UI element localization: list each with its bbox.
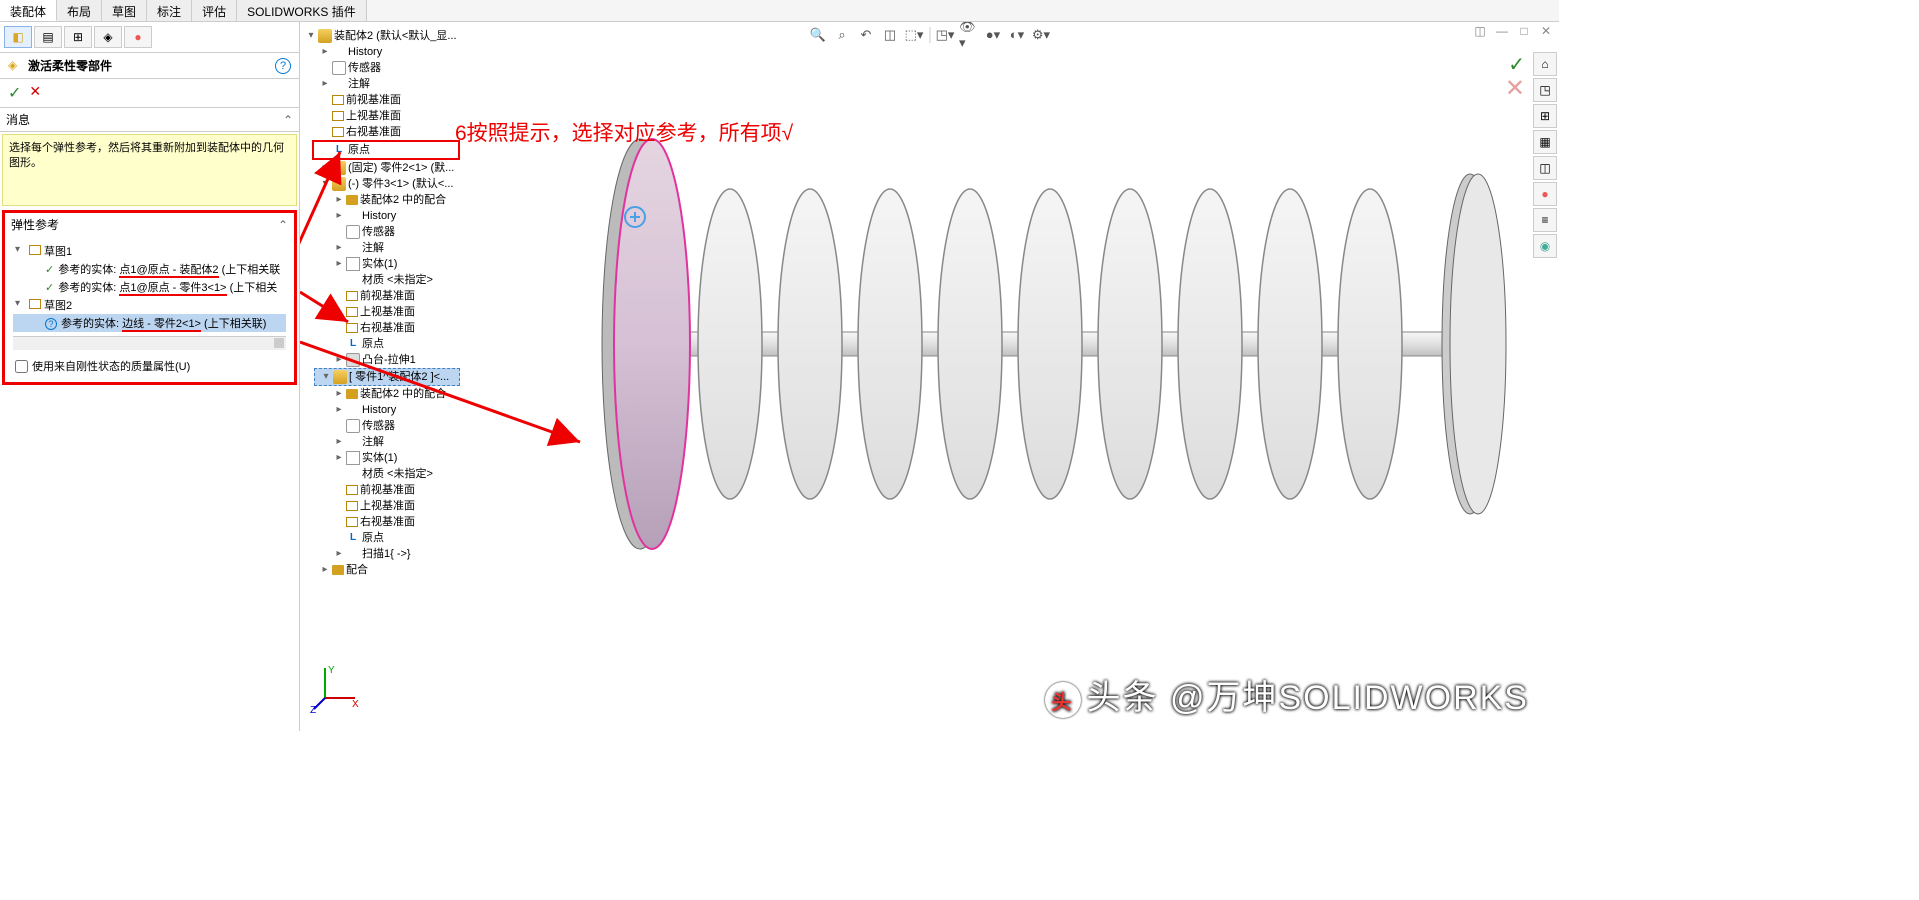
window-maximize-icon[interactable]: □ — [1515, 24, 1533, 40]
property-header: ◈ 激活柔性零部件 ? — [0, 53, 299, 79]
list-icon: ▤ — [42, 30, 53, 44]
tab-layout[interactable]: 布局 — [57, 0, 102, 21]
tab-assembly[interactable]: 装配体 — [0, 0, 57, 21]
msg-section-header[interactable]: 消息 ⌃ — [0, 107, 299, 132]
command-tabs: 装配体 布局 草图 标注 评估 SOLIDWORKS 插件 — [0, 0, 1559, 22]
taskpane-library-icon[interactable]: ⊞ — [1533, 104, 1557, 128]
appearance-icon[interactable]: ●▾ — [982, 24, 1004, 46]
svg-text:X: X — [352, 699, 359, 710]
collapse-icon[interactable]: ⌃ — [283, 113, 293, 127]
taskpane-property-icon[interactable]: ≡ — [1533, 208, 1557, 232]
mass-props-checkbox[interactable] — [15, 360, 28, 373]
flex-icon: ◈ — [8, 58, 24, 74]
help-icon[interactable]: ? — [275, 58, 291, 74]
expander-icon[interactable]: ▾ — [15, 244, 20, 255]
ref-item-1[interactable]: ✓参考的实体: 点1@原点 - 装配体2 (上下相关联 — [13, 260, 286, 278]
section-icon[interactable]: ◫ — [879, 24, 901, 46]
window-close-icon[interactable]: ✕ — [1537, 24, 1555, 40]
tab-addins[interactable]: SOLIDWORKS 插件 — [237, 0, 367, 21]
taskpane-palette-icon[interactable]: ◫ — [1533, 156, 1557, 180]
view-orient-icon[interactable]: ⬚▾ — [903, 24, 925, 46]
ref-section-header[interactable]: 弹性参考 ⌃ — [5, 213, 294, 236]
panel-tab-config[interactable]: ⊞ — [64, 26, 92, 48]
window-minimize-icon[interactable]: — — [1493, 24, 1511, 40]
svg-text:Z: Z — [310, 705, 316, 713]
horizontal-scrollbar[interactable] — [13, 336, 286, 350]
tab-evaluate[interactable]: 评估 — [192, 0, 237, 21]
orientation-triad[interactable]: Y X Z — [310, 663, 360, 713]
panel-tab-appearance[interactable]: ● — [124, 26, 152, 48]
taskpane-forum-icon[interactable]: ◉ — [1533, 234, 1557, 258]
cancel-button[interactable]: ✕ — [29, 83, 41, 103]
panel-tab-strip: ◧ ▤ ⊞ ◈ ● — [0, 22, 299, 53]
msg-header-label: 消息 — [6, 111, 30, 128]
tab-annotate[interactable]: 标注 — [147, 0, 192, 21]
zoom-area-icon[interactable]: ⌕ — [831, 24, 853, 46]
prev-view-icon[interactable]: ↶ — [855, 24, 877, 46]
zoom-fit-icon[interactable]: 🔍 — [807, 24, 829, 46]
ref-item-2[interactable]: ✓参考的实体: 点1@原点 - 零件3<1> (上下相关 — [13, 278, 286, 296]
ref-header-label: 弹性参考 — [11, 216, 59, 233]
panel-tab-property[interactable]: ▤ — [34, 26, 62, 48]
window-controls: ◫ — □ ✕ — [1471, 24, 1555, 40]
sketch-icon — [29, 299, 41, 309]
tutorial-annotation: 6按照提示，选择对应参考，所有项√ — [455, 117, 793, 147]
check-icon: ✓ — [45, 281, 54, 294]
window-split-icon[interactable]: ◫ — [1471, 24, 1489, 40]
collapse-icon[interactable]: ⌃ — [278, 218, 288, 232]
scene-icon[interactable]: ◐▾ — [1006, 24, 1028, 46]
rebuild-warn-icon: ✕ — [1505, 74, 1525, 103]
ref-sketch1[interactable]: ▾草图1 — [13, 242, 286, 260]
checkbox-label: 使用来自刚性状态的质量属性(U) — [32, 358, 190, 374]
svg-text:Y: Y — [328, 665, 335, 676]
panel-tab-feature[interactable]: ◧ — [4, 26, 32, 48]
heads-up-toolbar: 🔍 ⌕ ↶ ◫ ⬚▾ ◳▾ 👁▾ ●▾ ◐▾ ⚙▾ — [807, 24, 1052, 46]
property-title: 激活柔性零部件 — [28, 57, 112, 74]
taskpane-appearance-icon[interactable]: ● — [1533, 182, 1557, 206]
taskpane-explorer-icon[interactable]: ▦ — [1533, 130, 1557, 154]
question-icon: ? — [45, 318, 57, 330]
taskpane-resources-icon[interactable]: ◳ — [1533, 78, 1557, 102]
watermark-logo-icon — [1045, 682, 1081, 718]
watermark: 头条 @万坤SOLIDWORKS — [1045, 670, 1529, 719]
check-icon: ✓ — [45, 263, 54, 276]
ok-cancel-row: ✓ ✕ — [0, 79, 299, 107]
mass-props-checkbox-row[interactable]: 使用来自刚性状态的质量属性(U) — [9, 354, 290, 378]
msg-box: 选择每个弹性参考，然后将其重新附加到装配体中的几何图形。 — [2, 134, 297, 206]
config-icon: ⊞ — [73, 30, 83, 44]
elastic-refs-section: 弹性参考 ⌃ ▾草图1 ✓参考的实体: 点1@原点 - 装配体2 (上下相关联 … — [2, 210, 297, 385]
ref-sketch2[interactable]: ▾草图2 — [13, 296, 286, 314]
hide-show-icon[interactable]: 👁▾ — [958, 24, 980, 46]
taskpane-home-icon[interactable]: ⌂ — [1533, 52, 1557, 76]
ok-button[interactable]: ✓ — [8, 83, 21, 103]
property-manager: ◧ ▤ ⊞ ◈ ● ◈ 激活柔性零部件 ? ✓ ✕ 消息 ⌃ 选择每个弹性参考，… — [0, 22, 300, 731]
main-area: ◧ ▤ ⊞ ◈ ● ◈ 激活柔性零部件 ? ✓ ✕ 消息 ⌃ 选择每个弹性参考，… — [0, 22, 1559, 731]
tab-sketch[interactable]: 草图 — [102, 0, 147, 21]
ref-item-3[interactable]: ?参考的实体: 边线 - 零件2<1> (上下相关联) — [13, 314, 286, 332]
graphics-viewport[interactable]: ▾装配体2 (默认<默认_显... ▸History传感器▸注解前视基准面上视基… — [300, 22, 1559, 731]
display-style-icon[interactable]: ◳▾ — [934, 24, 956, 46]
panel-tab-dim[interactable]: ◈ — [94, 26, 122, 48]
annotation-arrows — [300, 22, 600, 622]
task-pane-tabs: ⌂ ◳ ⊞ ▦ ◫ ● ≡ ◉ — [1533, 52, 1557, 258]
ref-tree: ▾草图1 ✓参考的实体: 点1@原点 - 装配体2 (上下相关联 ✓参考的实体:… — [9, 238, 290, 354]
cube-icon: ◧ — [12, 30, 23, 44]
view-settings-icon[interactable]: ⚙▾ — [1030, 24, 1052, 46]
expander-icon[interactable]: ▾ — [15, 298, 20, 309]
ball-icon: ● — [134, 30, 141, 44]
target-icon: ◈ — [103, 30, 112, 44]
sketch-icon — [29, 245, 41, 255]
